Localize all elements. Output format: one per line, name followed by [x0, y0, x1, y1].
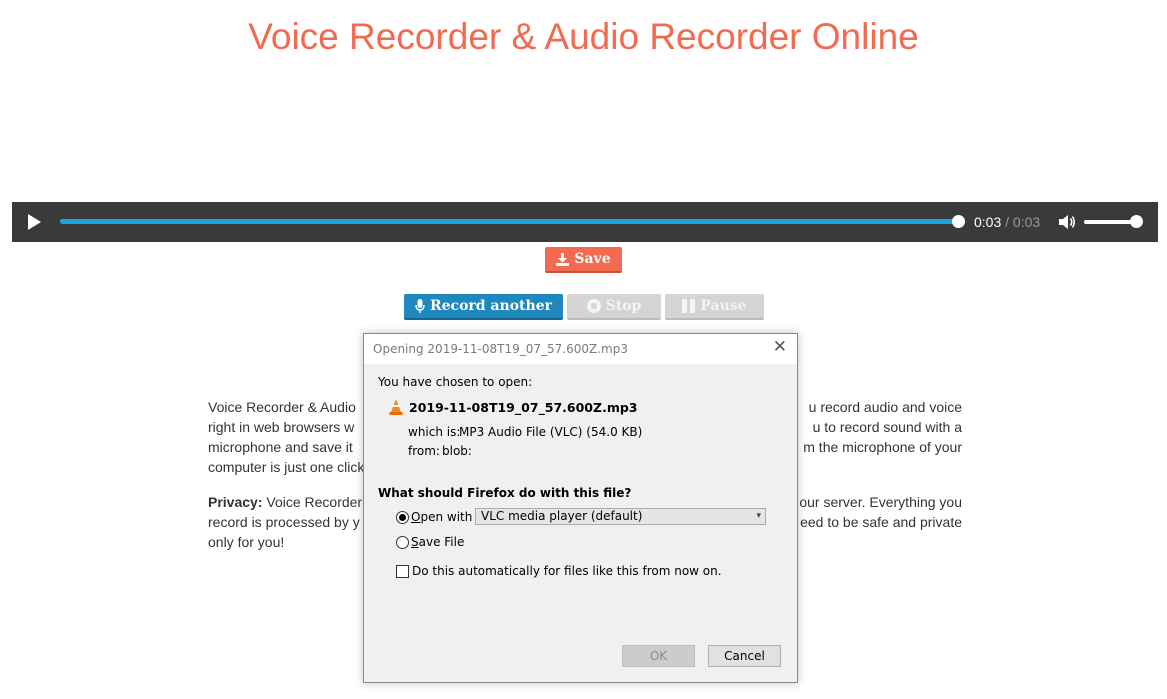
application-select-value: VLC media player (default) — [481, 509, 643, 523]
volume-slider[interactable] — [1084, 215, 1143, 228]
from-value: blob: — [442, 444, 472, 458]
file-type-value: MP3 Audio File (VLC) (54.0 KB) — [459, 425, 643, 439]
from-label: from: — [408, 444, 440, 458]
pause-button[interactable]: Pause — [665, 294, 764, 320]
privacy-label: Privacy: — [208, 494, 263, 510]
p2-line-1: Voice Recorder — [262, 494, 363, 510]
action-question: What should Firefox do with this file? — [378, 486, 632, 500]
page-title: Voice Recorder & Audio Recorder Online — [248, 16, 919, 57]
microphone-icon — [415, 299, 425, 313]
p1-line-4: computer is just one click — [208, 459, 365, 475]
save-file-radio[interactable] — [396, 536, 409, 549]
which-is-label: which is: — [408, 425, 461, 439]
p1-line-1: Voice Recorder & Audio — [208, 399, 356, 415]
save-button-label: Save — [574, 251, 611, 267]
p2-line-1-right: our server. Everything you — [799, 494, 962, 510]
time-display: 0:03 / 0:03 — [974, 214, 1040, 230]
file-open-dialog: Opening 2019-11-08T19_07_57.600Z.mp3 ✕ Y… — [363, 333, 798, 683]
current-time: 0:03 — [974, 214, 1002, 230]
dialog-title: Opening 2019-11-08T19_07_57.600Z.mp3 — [373, 342, 628, 356]
seek-bar[interactable] — [60, 215, 965, 228]
p2-line-2: record is processed by y — [208, 514, 360, 530]
seek-handle[interactable] — [952, 215, 965, 228]
time-separator: / — [1005, 214, 1010, 230]
p1-line-3: microphone and save it — [208, 439, 353, 455]
download-icon — [556, 252, 570, 266]
chevron-down-icon: ▾ — [756, 511, 761, 521]
ok-button[interactable]: OK — [622, 645, 695, 667]
record-another-label: Record another — [430, 298, 552, 314]
p2-line-2-right: eed to be safe and private — [800, 514, 962, 530]
stop-label: Stop — [605, 298, 642, 314]
stop-button[interactable]: Stop — [567, 294, 661, 320]
vlc-cone-icon — [389, 399, 403, 415]
volume-icon[interactable] — [1057, 213, 1077, 231]
p1-line-2-right: u to record sound with a — [812, 419, 962, 435]
close-icon[interactable]: ✕ — [773, 339, 787, 356]
duration: 0:03 — [1012, 214, 1041, 230]
p1-line-1-right: u record audio and voice — [808, 399, 962, 415]
chosen-label: You have chosen to open: — [378, 375, 533, 389]
application-select[interactable]: VLC media player (default) ▾ — [475, 508, 766, 525]
p1-line-2: right in web browsers w — [208, 419, 355, 435]
save-file-label: Save File — [411, 535, 465, 549]
stop-icon — [586, 299, 601, 313]
auto-label: Do this automatically for files like thi… — [412, 564, 722, 578]
pause-icon — [682, 299, 696, 313]
pause-label: Pause — [700, 298, 747, 314]
record-another-button[interactable]: Record another — [404, 294, 563, 320]
open-with-radio[interactable] — [396, 511, 409, 524]
cancel-button[interactable]: Cancel — [708, 645, 781, 667]
dialog-filename: 2019-11-08T19_07_57.600Z.mp3 — [409, 400, 638, 415]
p1-line-3-right: m the microphone of your — [803, 439, 962, 455]
auto-checkbox[interactable] — [396, 565, 409, 578]
volume-handle[interactable] — [1130, 215, 1143, 228]
dialog-titlebar[interactable]: Opening 2019-11-08T19_07_57.600Z.mp3 ✕ — [364, 334, 797, 364]
save-button[interactable]: Save — [545, 247, 622, 273]
open-with-label: Open with — [411, 510, 473, 524]
audio-player: 0:03 / 0:03 — [12, 202, 1158, 242]
play-icon[interactable] — [28, 214, 41, 230]
p2-line-3: only for you! — [208, 534, 285, 550]
seek-progress — [60, 219, 958, 224]
